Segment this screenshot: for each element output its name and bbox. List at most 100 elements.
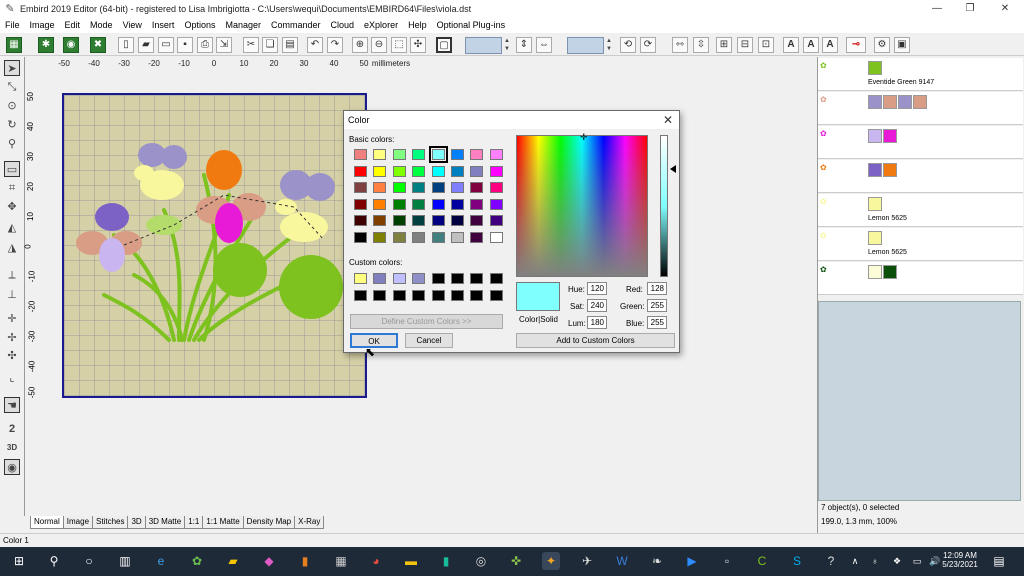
custom-color-swatch[interactable] bbox=[489, 273, 503, 284]
zoom-in-icon[interactable]: ⊕ bbox=[352, 37, 368, 53]
tab-image[interactable]: Image bbox=[62, 516, 94, 529]
basic-color-swatch[interactable] bbox=[392, 215, 406, 226]
skype-icon[interactable]: S bbox=[788, 552, 806, 570]
minimize-button[interactable]: — bbox=[920, 0, 954, 17]
basic-color-swatch[interactable] bbox=[431, 198, 445, 210]
basic-color-swatch[interactable] bbox=[489, 231, 503, 243]
green-field[interactable]: 255 bbox=[647, 299, 667, 312]
embroidery-hoop[interactable] bbox=[62, 93, 367, 398]
menu-help[interactable]: Help bbox=[403, 20, 432, 30]
basic-color-swatch[interactable] bbox=[412, 165, 426, 177]
menu-view[interactable]: View bbox=[118, 20, 147, 30]
basic-color-swatch[interactable] bbox=[354, 182, 367, 193]
arrows-3-icon[interactable]: ✣ bbox=[4, 348, 20, 364]
height-spin-arrows[interactable]: ▲ ▼ bbox=[605, 37, 613, 54]
copy-icon[interactable]: ❏ bbox=[262, 37, 278, 53]
resize-icon[interactable]: ⇔ bbox=[536, 37, 552, 53]
tab-3d[interactable]: 3D bbox=[127, 516, 146, 529]
zoom-icon[interactable]: ▶ bbox=[683, 552, 701, 570]
basic-color-swatch[interactable] bbox=[392, 182, 406, 193]
mirror-h-icon[interactable]: ⇿ bbox=[672, 37, 688, 53]
object-row[interactable]: ✿ bbox=[818, 126, 1023, 159]
text-tool-2-icon[interactable]: A bbox=[803, 37, 819, 53]
file-explorer-icon[interactable]: ▬ bbox=[402, 552, 420, 570]
luminance-arrow-icon[interactable] bbox=[670, 165, 676, 173]
basic-color-swatch[interactable] bbox=[412, 198, 426, 210]
2d-view-icon[interactable]: 2 bbox=[4, 421, 20, 437]
skew-v-icon[interactable]: ⊥ bbox=[4, 287, 20, 303]
basic-color-swatch[interactable] bbox=[451, 149, 464, 160]
new-file-icon[interactable]: ▯ bbox=[118, 37, 134, 53]
menu-insert[interactable]: Insert bbox=[147, 20, 180, 30]
basic-color-swatch[interactable] bbox=[373, 198, 387, 210]
thread-color-swatch[interactable] bbox=[883, 95, 897, 109]
custom-color-swatch[interactable] bbox=[451, 273, 464, 284]
app-icon-2[interactable]: ◆ bbox=[260, 552, 278, 570]
app-icon-8[interactable]: ❧ bbox=[648, 552, 666, 570]
align-icon[interactable]: ⊞ bbox=[716, 37, 732, 53]
camera-icon[interactable]: ◉ bbox=[63, 37, 79, 53]
width-spinbox[interactable] bbox=[465, 37, 502, 54]
tab-stitches[interactable]: Stitches bbox=[92, 516, 129, 529]
custom-color-swatch[interactable] bbox=[373, 273, 387, 284]
custom-color-swatch[interactable] bbox=[431, 289, 445, 301]
node-edit-icon[interactable]: ⤡ bbox=[4, 79, 20, 95]
basic-color-swatch[interactable] bbox=[373, 182, 387, 193]
export-icon[interactable]: ⇲ bbox=[216, 37, 232, 53]
menu-edit[interactable]: Edit bbox=[60, 20, 86, 30]
custom-color-swatch[interactable] bbox=[412, 273, 426, 284]
zoom-window-icon[interactable]: ⬚ bbox=[391, 37, 407, 53]
custom-color-swatch[interactable] bbox=[470, 273, 484, 284]
chrome-icon[interactable]: ◕ bbox=[367, 552, 385, 570]
zoom-out-icon[interactable]: ⊖ bbox=[371, 37, 387, 53]
object-row[interactable]: ✿ Lemon 5625 bbox=[818, 194, 1023, 227]
windows-start-icon[interactable]: ⊞ bbox=[10, 552, 28, 570]
app-icon-1[interactable]: ✿ bbox=[188, 552, 206, 570]
basic-color-swatch[interactable] bbox=[354, 231, 367, 243]
app-icon-9[interactable]: ▫ bbox=[718, 552, 736, 570]
text-tool-3-icon[interactable]: A bbox=[822, 37, 838, 53]
dropbox-icon[interactable]: ❖ bbox=[888, 552, 906, 570]
app-icon-10[interactable]: C bbox=[753, 552, 771, 570]
basic-color-swatch[interactable] bbox=[489, 182, 503, 193]
menu-options[interactable]: Options bbox=[179, 20, 220, 30]
open-icon[interactable]: ▭ bbox=[158, 37, 174, 53]
height-spinbox[interactable] bbox=[567, 37, 604, 54]
restore-button[interactable]: ❐ bbox=[953, 0, 987, 17]
hue-field[interactable]: 120 bbox=[587, 282, 607, 295]
move-icon[interactable]: ✥ bbox=[4, 199, 20, 215]
hoop-frame-icon[interactable]: ▢ bbox=[436, 37, 452, 53]
save-icon[interactable]: ▪ bbox=[177, 37, 193, 53]
thread-color-swatch[interactable] bbox=[868, 129, 882, 143]
rect-select-icon[interactable]: ▭ bbox=[4, 161, 20, 177]
add-to-custom-colors-button[interactable]: Add to Custom Colors bbox=[516, 333, 675, 348]
menu-mode[interactable]: Mode bbox=[85, 20, 118, 30]
rotate-ccw-icon[interactable]: ⟲ bbox=[620, 37, 636, 53]
basic-color-swatch[interactable] bbox=[354, 149, 367, 160]
tray-chevron-icon[interactable]: ∧ bbox=[846, 552, 864, 570]
center-icon[interactable]: ⊡ bbox=[758, 37, 774, 53]
custom-color-swatch[interactable] bbox=[392, 289, 406, 301]
embird-taskbar-icon[interactable]: ✦ bbox=[542, 552, 560, 570]
basic-color-swatch[interactable] bbox=[470, 182, 484, 193]
arrows-icon[interactable]: ✛ bbox=[4, 311, 20, 327]
key-icon[interactable]: ⊸ bbox=[846, 37, 866, 53]
object-row[interactable]: ✿ Eventide Green 9147 bbox=[818, 58, 1023, 91]
basic-color-swatch[interactable] bbox=[489, 149, 503, 160]
thread-color-swatch[interactable] bbox=[883, 265, 897, 279]
flip-v-icon[interactable]: ◮ bbox=[4, 240, 20, 256]
menu-image[interactable]: Image bbox=[25, 20, 60, 30]
magnifier-icon[interactable]: ⚲ bbox=[4, 136, 20, 152]
custom-color-swatch[interactable] bbox=[451, 289, 464, 301]
redo-icon[interactable]: ↷ bbox=[327, 37, 343, 53]
select-arrow-icon[interactable]: ➤ bbox=[4, 60, 20, 76]
object-row[interactable]: ✿ bbox=[818, 262, 1023, 295]
app-icon-5[interactable]: ◎ bbox=[472, 552, 490, 570]
help-icon[interactable]: ? bbox=[822, 552, 840, 570]
text-tool-icon[interactable]: A bbox=[783, 37, 799, 53]
custom-color-swatch[interactable] bbox=[431, 273, 445, 284]
basic-color-swatch[interactable] bbox=[470, 149, 484, 160]
distribute-icon[interactable]: ⊟ bbox=[737, 37, 753, 53]
basic-color-swatch[interactable] bbox=[392, 198, 406, 210]
tab-x-ray[interactable]: X-Ray bbox=[294, 516, 325, 529]
